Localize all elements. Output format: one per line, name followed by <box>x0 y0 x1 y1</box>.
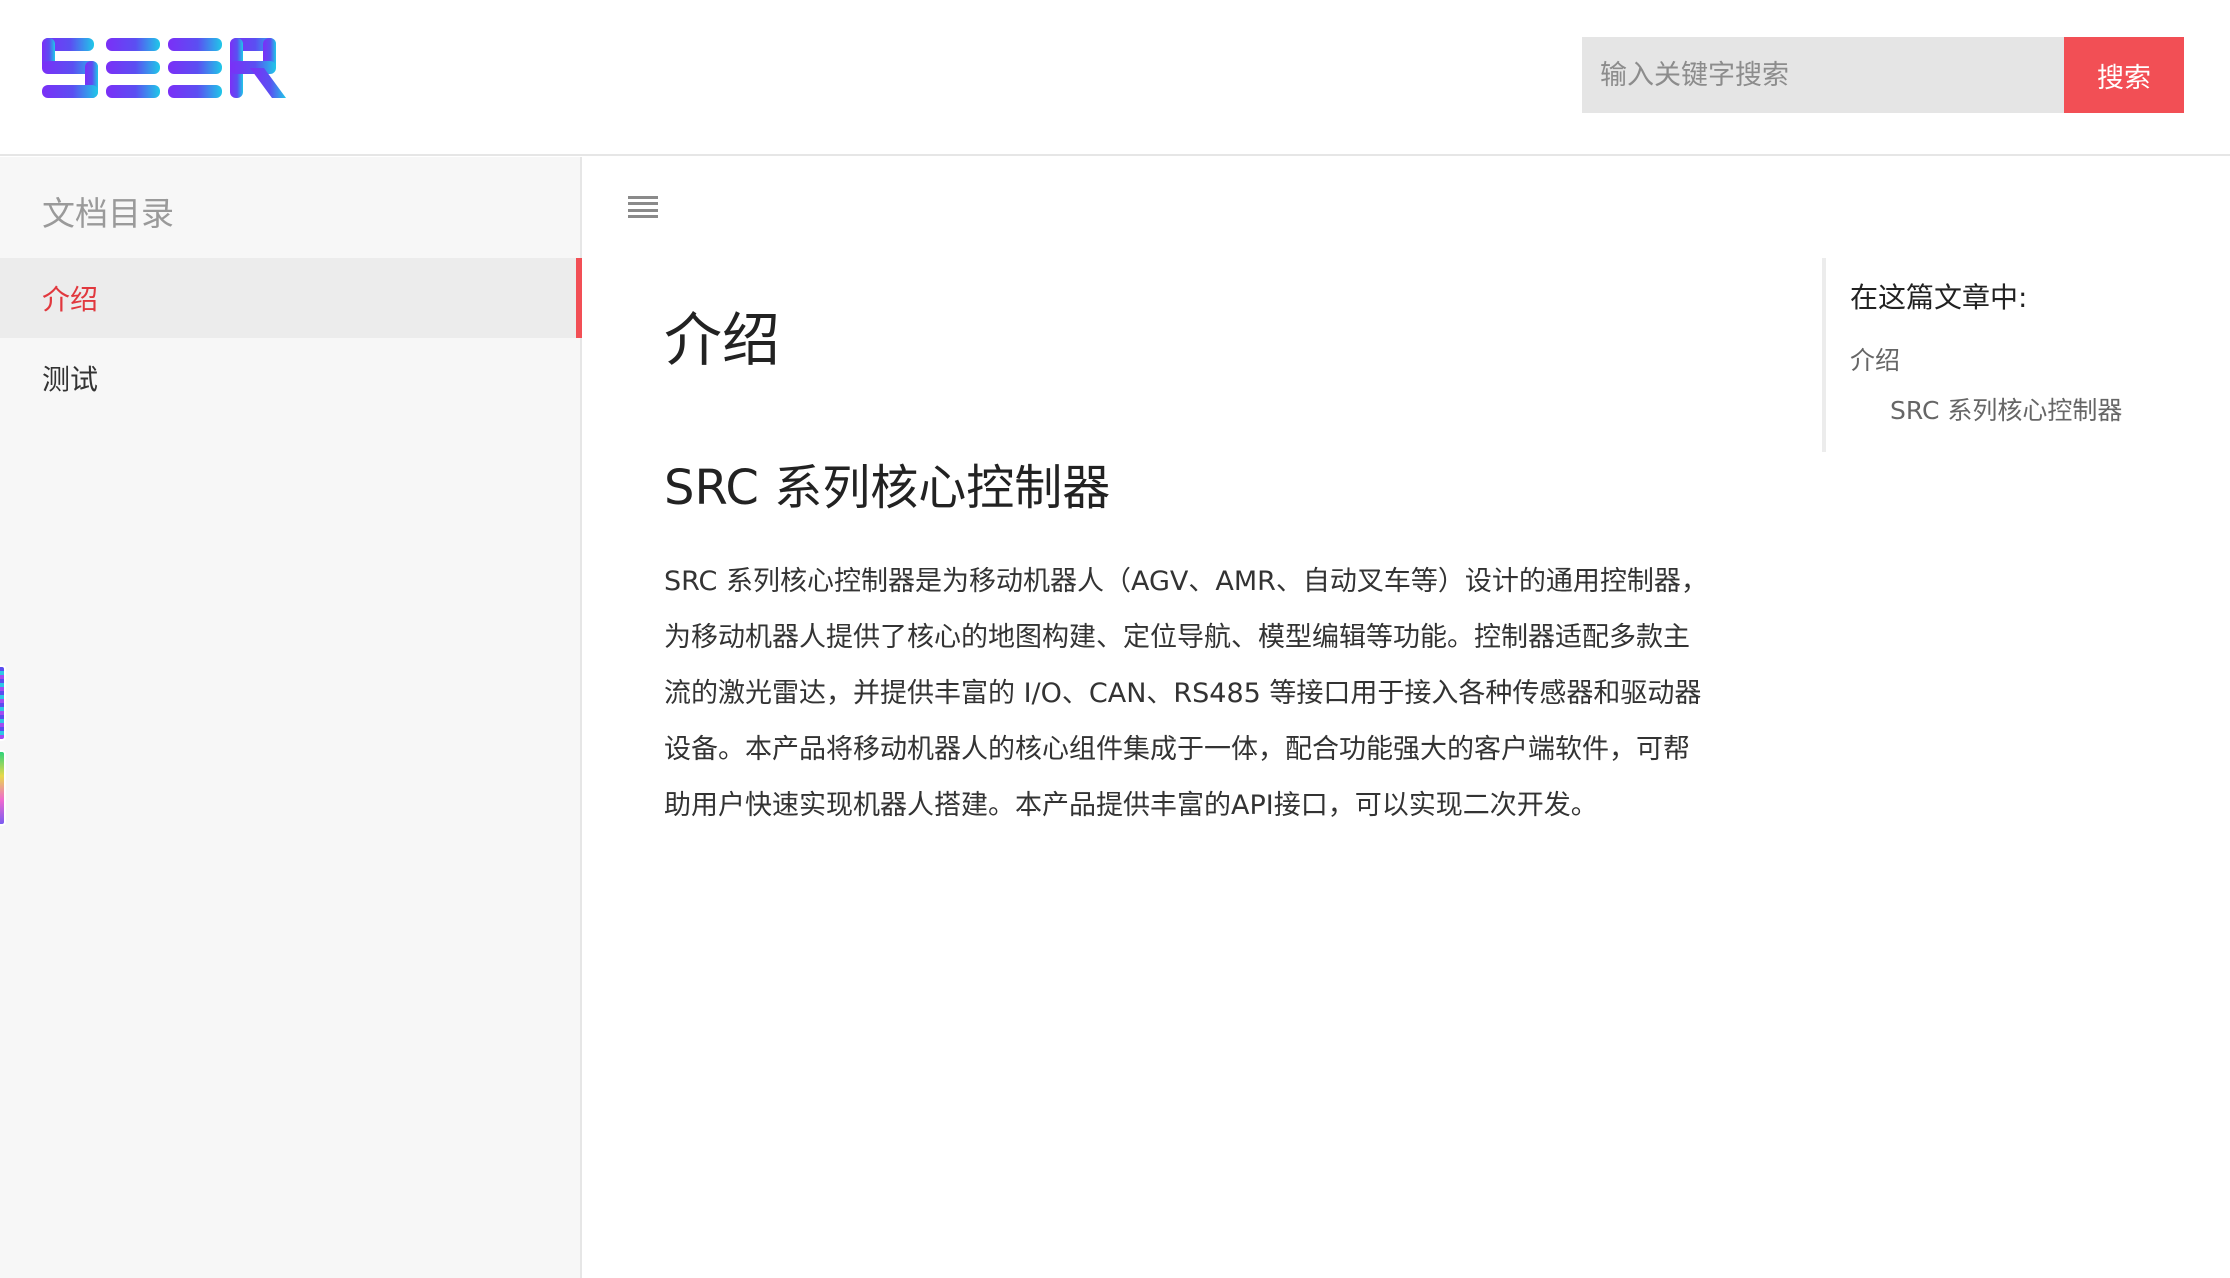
toc-link-intro[interactable]: 介绍 <box>1850 341 1900 377</box>
toc-link-src-controller[interactable]: SRC 系列核心控制器 <box>1890 391 2122 427</box>
sidebar-item-test[interactable]: 测试 <box>0 338 582 418</box>
toc-heading: 在这篇文章中: <box>1850 281 2028 314</box>
search-bar: 搜索 <box>1582 37 2184 113</box>
article-content: 介绍 SRC 系列核心控制器 SRC 系列核心控制器是为移动机器人（AGV、AM… <box>664 300 1714 834</box>
article-paragraph: SRC 系列核心控制器是为移动机器人（AGV、AMR、自动叉车等）设计的通用控制… <box>664 566 1708 821</box>
seer-logo[interactable] <box>42 38 286 98</box>
sidebar-item-label: 介绍 <box>42 283 99 316</box>
sidebar-title: 文档目录 <box>42 194 174 233</box>
section-heading: SRC 系列核心控制器 <box>664 460 1111 516</box>
docs-sidebar: 文档目录 介绍 测试 <box>0 157 582 1278</box>
sidebar-item-intro[interactable]: 介绍 <box>0 258 582 338</box>
toc-toggle-icon[interactable] <box>628 196 658 218</box>
sidebar-item-label: 测试 <box>42 363 99 396</box>
on-this-page-toc: 在这篇文章中: 介绍 SRC 系列核心控制器 <box>1822 258 2202 452</box>
top-header: 搜索 <box>0 0 2230 156</box>
page-title: 介绍 <box>664 306 781 374</box>
search-input[interactable] <box>1582 37 2064 113</box>
floating-widget-icon[interactable] <box>0 750 6 826</box>
search-button[interactable]: 搜索 <box>2064 37 2184 113</box>
floating-widget-icon[interactable] <box>0 665 6 741</box>
